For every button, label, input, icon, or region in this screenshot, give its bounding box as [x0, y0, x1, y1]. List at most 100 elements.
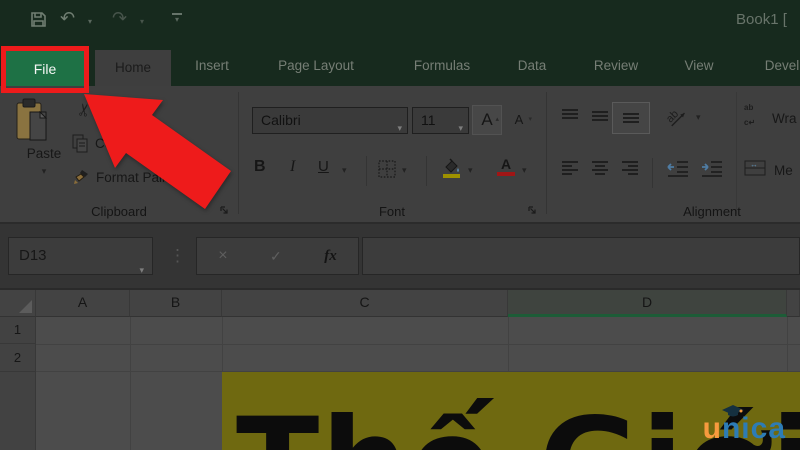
group-separator — [736, 92, 737, 214]
group-separator — [546, 92, 547, 214]
wrap-text-label[interactable]: Wra — [772, 111, 797, 126]
align-bottom-button[interactable] — [612, 102, 650, 134]
orientation-caret-icon[interactable]: ▾ — [696, 112, 701, 123]
underline-caret-icon[interactable]: ▾ — [342, 165, 347, 176]
font-name-caret-icon[interactable]: ▾ — [397, 116, 402, 141]
font-group-label: Font — [378, 204, 405, 219]
enter-icon[interactable]: ✓ — [270, 248, 282, 265]
column-header-d-selected[interactable]: D — [508, 290, 787, 317]
paste-label: Paste — [26, 146, 62, 161]
name-box[interactable]: D13 ▾ — [8, 237, 153, 275]
worksheet[interactable]: A B C D 1 2 Thế Giới unica — [0, 290, 800, 450]
redo-icon: ↷ — [112, 8, 128, 28]
gridline — [36, 344, 800, 345]
clipboard-dialog-launcher-icon[interactable] — [219, 205, 229, 215]
formula-buttons: × ✓ fx — [196, 237, 359, 275]
align-middle-button[interactable] — [590, 108, 610, 124]
format-painter-brush-icon — [74, 170, 88, 184]
increase-indent-button[interactable] — [700, 160, 724, 178]
orientation-icon: ab — [664, 108, 685, 127]
bold-button[interactable]: B — [254, 158, 266, 176]
font-color-label: A — [500, 156, 512, 172]
tab-developer[interactable]: Devel — [742, 45, 800, 86]
row-header-3[interactable] — [0, 372, 36, 450]
fill-color-caret-icon[interactable]: ▾ — [468, 165, 473, 176]
column-header-a[interactable]: A — [36, 290, 130, 317]
font-name-combo[interactable]: Calibri ▾ — [252, 107, 408, 134]
formula-bar: D13 ▾ ⋮ × ✓ fx — [0, 224, 800, 290]
font-size-caret-icon[interactable]: ▾ — [458, 116, 463, 141]
watermark-nica: nica — [721, 412, 786, 445]
undo-icon[interactable]: ↶ — [60, 8, 75, 29]
customize-quick-access-toolbar-icon[interactable]: ▾ — [172, 13, 182, 24]
grow-font-label: A — [481, 110, 493, 129]
grow-font-caret-icon: ▴ — [495, 116, 499, 123]
align-left-button[interactable] — [560, 160, 580, 178]
highlight-box — [1, 46, 89, 93]
align-right-button[interactable] — [620, 160, 640, 178]
format-painter-button[interactable]: Format Painter — [72, 168, 185, 186]
cut-button-scissors-icon[interactable]: ✂ — [74, 101, 96, 119]
ribbon: Paste ▾ ✂ Copy Format Painter Clipboard — [0, 86, 800, 224]
shrink-font-caret-icon: ▾ — [528, 116, 532, 123]
insert-function-button[interactable]: fx — [324, 248, 337, 265]
tab-review[interactable]: Review — [572, 45, 660, 86]
formula-bar-separator-dots[interactable]: ⋮ — [169, 246, 186, 266]
row-header-1[interactable]: 1 — [0, 317, 36, 344]
sheet-picture[interactable]: Thế Giới unica — [222, 372, 800, 450]
undo-caret-icon[interactable]: ▾ — [88, 17, 92, 26]
tab-insert[interactable]: Insert — [180, 45, 244, 86]
copy-button[interactable]: Copy — [72, 134, 127, 153]
cancel-icon[interactable]: × — [218, 247, 227, 265]
tab-home[interactable]: Home — [95, 50, 171, 86]
paste-button[interactable]: Paste ▾ — [14, 98, 74, 208]
name-box-caret-icon[interactable]: ▾ — [139, 252, 144, 288]
formula-input[interactable] — [362, 237, 800, 275]
window-title: Book1 [ — [736, 11, 787, 28]
watermark-u: u — [702, 412, 722, 445]
tab-formulas[interactable]: Formulas — [390, 45, 494, 86]
wrap-text-button[interactable]: ab c↵ — [744, 104, 755, 130]
save-icon[interactable] — [30, 11, 47, 28]
merge-center-icon: ↔ — [744, 160, 766, 176]
gridline — [130, 317, 131, 450]
font-color-caret-icon[interactable]: ▾ — [522, 165, 527, 176]
column-header-partial[interactable] — [787, 290, 800, 317]
font-color-button[interactable]: A — [496, 157, 516, 176]
merge-center-button[interactable]: ↔ — [744, 160, 766, 176]
align-top-button[interactable] — [560, 108, 580, 124]
italic-button[interactable]: I — [290, 158, 295, 176]
font-color-bar — [497, 172, 515, 176]
font-dialog-launcher-icon[interactable] — [527, 205, 537, 215]
orientation-button[interactable]: ab — [662, 100, 690, 128]
copy-label: Copy — [95, 136, 127, 151]
column-header-b[interactable]: B — [130, 290, 222, 317]
shrink-font-button[interactable]: A ▾ — [506, 107, 532, 133]
column-header-c[interactable]: C — [222, 290, 508, 317]
fill-color-button[interactable] — [440, 158, 462, 180]
row-header-2[interactable]: 2 — [0, 344, 36, 372]
select-all-button[interactable] — [0, 290, 36, 317]
clipboard-group-label: Clipboard — [91, 204, 147, 219]
grow-font-button[interactable]: A ▴ — [472, 105, 502, 135]
unica-watermark: unica — [703, 412, 786, 446]
borders-caret-icon[interactable]: ▾ — [402, 165, 407, 176]
separator — [366, 156, 367, 186]
tab-page-layout[interactable]: Page Layout — [258, 45, 374, 86]
merge-arrows-glyph: ↔ — [750, 160, 758, 169]
borders-button[interactable] — [378, 160, 396, 178]
tab-view[interactable]: View — [664, 45, 734, 86]
merge-center-label[interactable]: Me — [774, 163, 793, 178]
tab-data[interactable]: Data — [500, 45, 564, 86]
clipboard-icon — [16, 98, 48, 141]
alignment-group-label: Alignment — [683, 204, 741, 219]
shrink-font-label: A — [514, 112, 524, 127]
decrease-indent-button[interactable] — [666, 160, 690, 178]
font-size-combo[interactable]: 11 ▾ — [412, 107, 469, 134]
group-separator — [238, 92, 239, 214]
separator — [652, 158, 653, 188]
underline-button[interactable]: U — [318, 158, 329, 175]
excel-window: ↶ ▾ ↷ ▾ ▾ Book1 [ Home Insert Page Layou… — [0, 0, 800, 450]
orientation-ab-text: ab — [664, 108, 681, 125]
align-center-button[interactable] — [590, 160, 610, 178]
